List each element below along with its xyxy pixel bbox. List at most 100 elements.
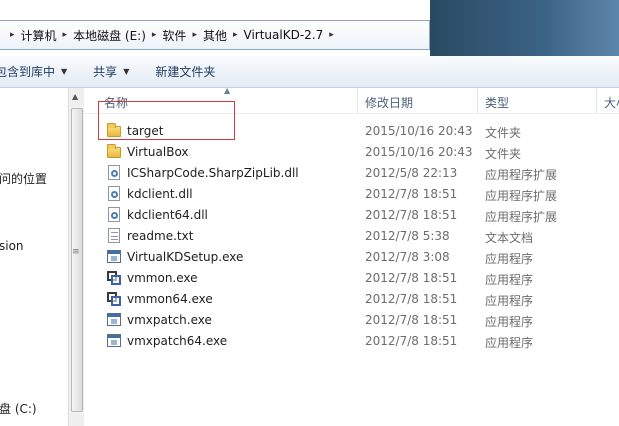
file-row[interactable]: vmmon64.exe 2012/7/8 18:51 应用程序 [84,288,619,309]
file-date: 2015/10/16 20:43 [365,124,473,138]
file-row[interactable]: vmxpatch.exe 2012/7/8 18:51 应用程序 [84,309,619,330]
column-header-type[interactable]: 类型 [485,94,509,111]
dll-icon [106,165,122,181]
column-divider[interactable] [357,88,358,114]
file-date: 2012/7/8 5:38 [365,229,450,243]
file-name: vmmon.exe [127,271,198,285]
file-row[interactable]: vmmon.exe 2012/7/8 18:51 应用程序 [84,267,619,288]
dropdown-arrow-icon: ▼ [123,67,130,76]
file-type: 文件夹 [485,147,522,161]
file-name: kdclient64.dll [127,208,208,222]
file-date: 2015/10/16 20:43 [365,145,473,159]
navigation-pane: 问的位置 sion 盘 (C:) [0,88,68,426]
file-name: kdclient.dll [127,187,193,201]
file-name: ICSharpCode.SharpZipLib.dll [127,166,299,180]
include-in-library-button[interactable]: 包含到库中 ▼ [0,63,67,80]
nav-item-recent-places[interactable]: 问的位置 [0,170,47,187]
file-row[interactable]: readme.txt 2012/7/8 5:38 文本文档 [84,225,619,246]
nav-scrollbar[interactable]: ▲ ≡ [68,88,84,426]
column-header-size[interactable]: 大小 [604,94,619,111]
file-type: 文件夹 [485,126,522,140]
share-label: 共享 [93,65,118,79]
breadcrumb-drive-e[interactable]: 本地磁盘 (E:) [73,27,146,44]
chevron-right-icon[interactable]: ▸ [152,30,157,40]
dropdown-arrow-icon: ▼ [61,67,68,76]
file-date: 2012/7/8 3:08 [365,250,450,264]
file-date: 2012/7/8 18:51 [365,208,458,222]
file-row[interactable]: vmxpatch64.exe 2012/7/8 18:51 应用程序 [84,330,619,351]
file-type: 应用程序 [485,315,534,329]
chevron-right-icon[interactable]: ▸ [192,30,197,40]
nav-item-drive-c[interactable]: 盘 (C:) [0,400,37,417]
breadcrumb-computer[interactable]: 计算机 [21,27,57,44]
share-button[interactable]: 共享 ▼ [93,63,129,80]
vmmon-icon [106,270,122,286]
file-type: 应用程序 [485,252,534,266]
breadcrumb-other[interactable]: 其他 [203,27,227,44]
window-top-strip [0,0,430,20]
chevron-right-icon[interactable]: ▸ [63,30,68,40]
file-name-cell: vmxpatch64.exe [106,333,227,349]
file-name-cell: kdclient64.dll [106,207,208,223]
file-name-cell: kdclient.dll [106,186,193,202]
file-date: 2012/7/8 18:51 [365,334,458,348]
file-date: 2012/7/8 18:51 [365,271,458,285]
folder-icon [106,144,122,160]
breadcrumb-virtualkd[interactable]: VirtualKD-2.7 [244,28,324,42]
file-date: 2012/5/8 22:13 [365,166,458,180]
file-name: VirtualKDSetup.exe [127,250,244,264]
dll-icon [106,207,122,223]
exe-icon [106,312,122,328]
grip-icon: ≡ [72,247,80,257]
file-name-cell: VirtualBox [106,144,189,160]
file-type: 文本文档 [485,231,534,245]
file-name: vmxpatch64.exe [127,334,228,348]
file-type: 应用程序 [485,294,534,308]
file-type: 应用程序扩展 [485,189,558,203]
file-name-cell: vmmon64.exe [106,291,213,307]
file-date: 2012/7/8 18:51 [365,292,458,306]
file-name: VirtualBox [127,145,189,159]
file-type: 应用程序 [485,273,534,287]
column-divider[interactable] [596,88,597,114]
scroll-up-icon[interactable]: ▲ [72,92,78,101]
file-name: readme.txt [127,229,194,243]
file-name: vmxpatch.exe [127,313,212,327]
column-header-date[interactable]: 修改日期 [365,94,413,111]
exe-icon [106,249,122,265]
breadcrumb-software[interactable]: 软件 [162,27,186,44]
column-divider[interactable] [477,88,478,114]
breadcrumb: ▸ 计算机 ▸ 本地磁盘 (E:) ▸ 软件 ▸ 其他 ▸ VirtualKD-… [0,21,429,49]
new-folder-label: 新建文件夹 [155,65,216,79]
file-type: 应用程序扩展 [485,168,558,182]
file-row[interactable]: kdclient.dll 2012/7/8 18:51 应用程序扩展 [84,183,619,204]
file-row[interactable]: kdclient64.dll 2012/7/8 18:51 应用程序扩展 [84,204,619,225]
file-name-cell: readme.txt [106,228,193,244]
file-date: 2012/7/8 18:51 [365,313,458,327]
scrollbar-thumb[interactable] [71,108,83,412]
exe-icon [106,333,122,349]
dll-icon [106,186,122,202]
command-toolbar: 包含到库中 ▼ 共享 ▼ 新建文件夹 [0,56,619,88]
file-row[interactable]: VirtualKDSetup.exe 2012/7/8 3:08 应用程序 [84,246,619,267]
chevron-right-icon[interactable]: ▸ [233,30,238,40]
text-file-icon [106,228,122,244]
file-type: 应用程序 [485,336,534,350]
file-row[interactable]: ICSharpCode.SharpZipLib.dll 2012/5/8 22:1… [84,162,619,183]
window-title-area [430,0,619,56]
new-folder-button[interactable]: 新建文件夹 [155,63,215,80]
file-type: 应用程序扩展 [485,210,558,224]
file-row[interactable]: VirtualBox 2015/10/16 20:43 文件夹 [84,141,619,162]
file-name-cell: VirtualKDSetup.exe [106,249,243,265]
file-name-cell: ICSharpCode.SharpZipLib.dll [106,165,299,181]
sort-up-icon: ▲ [224,86,231,95]
nav-item-version[interactable]: sion [0,239,24,253]
highlight-box [98,101,235,140]
file-name-cell: vmmon.exe [106,270,198,286]
address-bar[interactable]: ▸ 计算机 ▸ 本地磁盘 (E:) ▸ 软件 ▸ 其他 ▸ VirtualKD-… [0,20,430,50]
chevron-right-icon[interactable]: ▸ [329,30,334,40]
file-name-cell: vmxpatch.exe [106,312,212,328]
file-name: vmmon64.exe [127,292,213,306]
vmmon-icon [106,291,122,307]
chevron-right-icon[interactable]: ▸ [10,30,15,40]
